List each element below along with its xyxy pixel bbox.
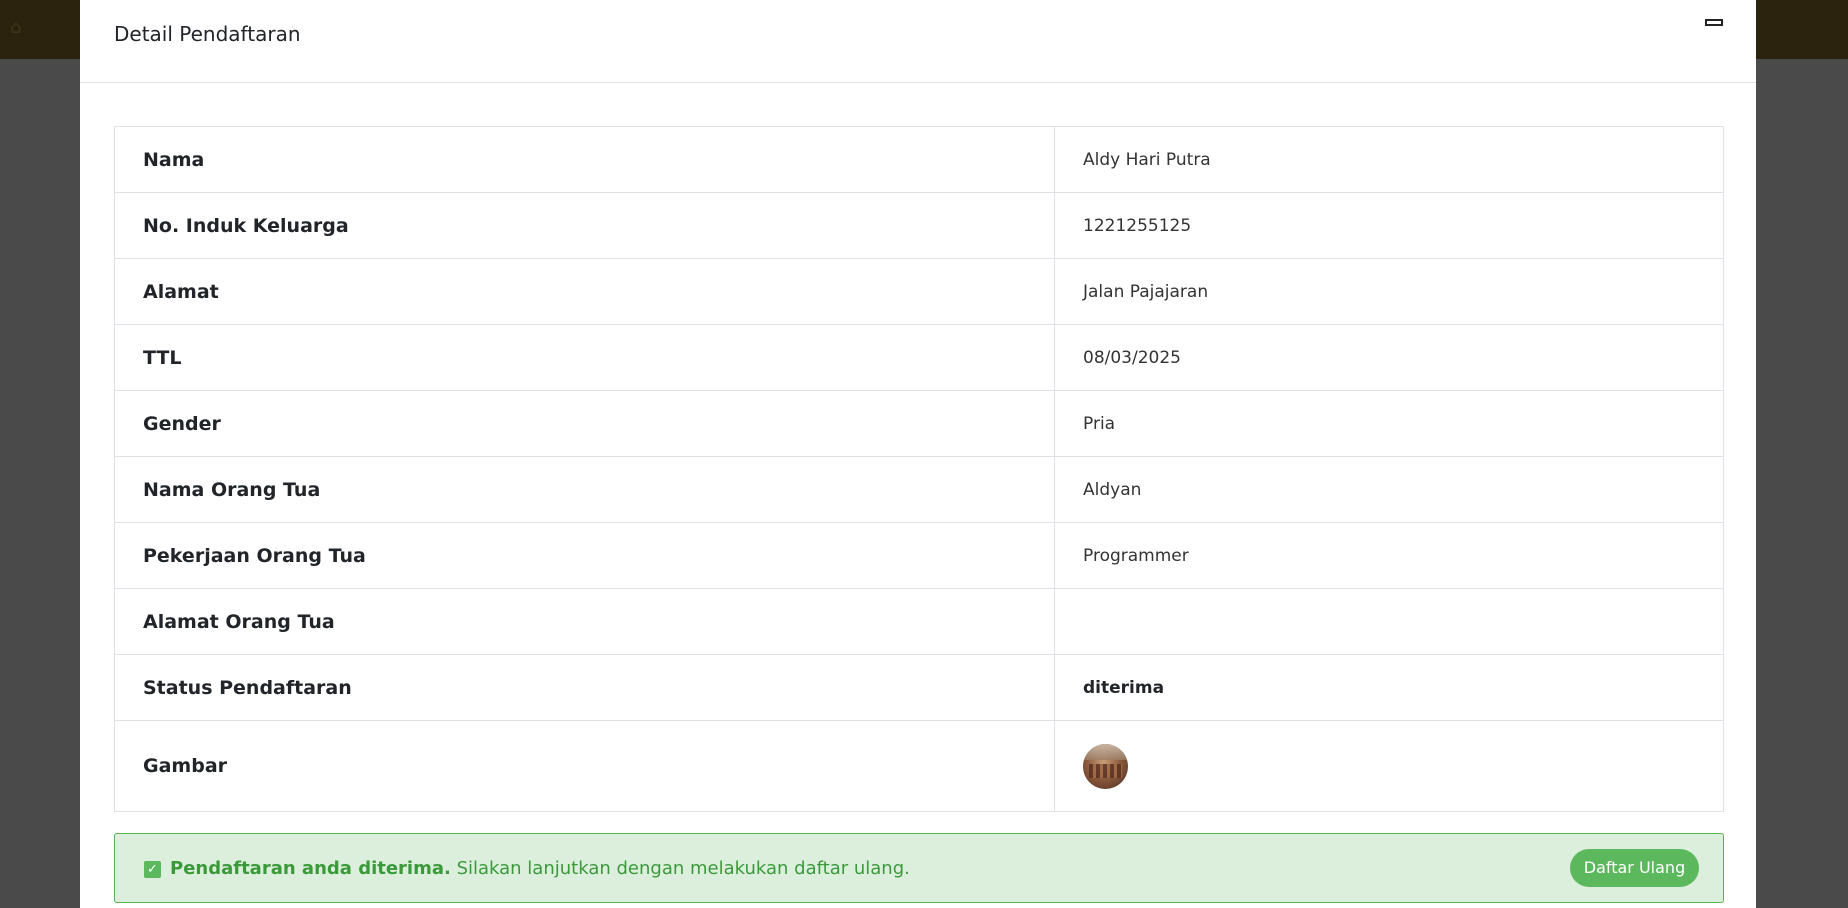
table-row: Gambar [114,720,1724,812]
row-label: Alamat [114,258,1055,325]
row-label: Status Pendaftaran [114,654,1055,721]
row-label: Gender [114,390,1055,457]
daftar-ulang-button[interactable]: Daftar Ulang [1570,849,1699,887]
table-row: TTL 08/03/2025 [114,324,1724,391]
check-square-icon: ✓ [144,861,161,878]
avatar[interactable] [1083,743,1128,789]
table-row: Gender Pria [114,390,1724,457]
row-label: Gambar [114,720,1055,812]
row-value: Pria [1054,390,1724,457]
success-alert: ✓ Pendaftaran anda diterima. Silakan lan… [114,833,1724,903]
home-icon[interactable]: ⌂ [10,18,30,38]
row-value: Aldy Hari Putra [1054,126,1724,193]
table-row: Pekerjaan Orang Tua Programmer [114,522,1724,589]
table-row: No. Induk Keluarga 1221255125 [114,192,1724,259]
minimize-icon[interactable] [1705,19,1723,26]
table-row: Alamat Orang Tua [114,588,1724,655]
modal-header: Detail Pendaftaran [80,0,1756,83]
row-label: Pekerjaan Orang Tua [114,522,1055,589]
registration-detail-modal: Detail Pendaftaran Nama Aldy Hari Putra … [80,0,1756,908]
alert-strong-text: Pendaftaran anda diterima. [170,858,451,879]
table-row: Nama Orang Tua Aldyan [114,456,1724,523]
row-value: 08/03/2025 [1054,324,1724,391]
row-value: Aldyan [1054,456,1724,523]
alert-body-text: Silakan lanjutkan dengan melakukan dafta… [450,858,910,879]
row-value: Programmer [1054,522,1724,589]
table-row: Status Pendaftaran diterima [114,654,1724,721]
table-row: Nama Aldy Hari Putra [114,126,1724,193]
table-row: Alamat Jalan Pajajaran [114,258,1724,325]
status-value: diterima [1054,654,1724,721]
image-cell [1054,720,1724,812]
row-value [1054,588,1724,655]
row-label: No. Induk Keluarga [114,192,1055,259]
row-label: Alamat Orang Tua [114,588,1055,655]
modal-title: Detail Pendaftaran [114,22,301,46]
row-label: Nama Orang Tua [114,456,1055,523]
row-label: TTL [114,324,1055,391]
alert-message: Pendaftaran anda diterima. Silakan lanju… [170,858,910,879]
row-value: 1221255125 [1054,192,1724,259]
row-value: Jalan Pajajaran [1054,258,1724,325]
detail-table: Nama Aldy Hari Putra No. Induk Keluarga … [114,126,1724,812]
row-label: Nama [114,126,1055,193]
